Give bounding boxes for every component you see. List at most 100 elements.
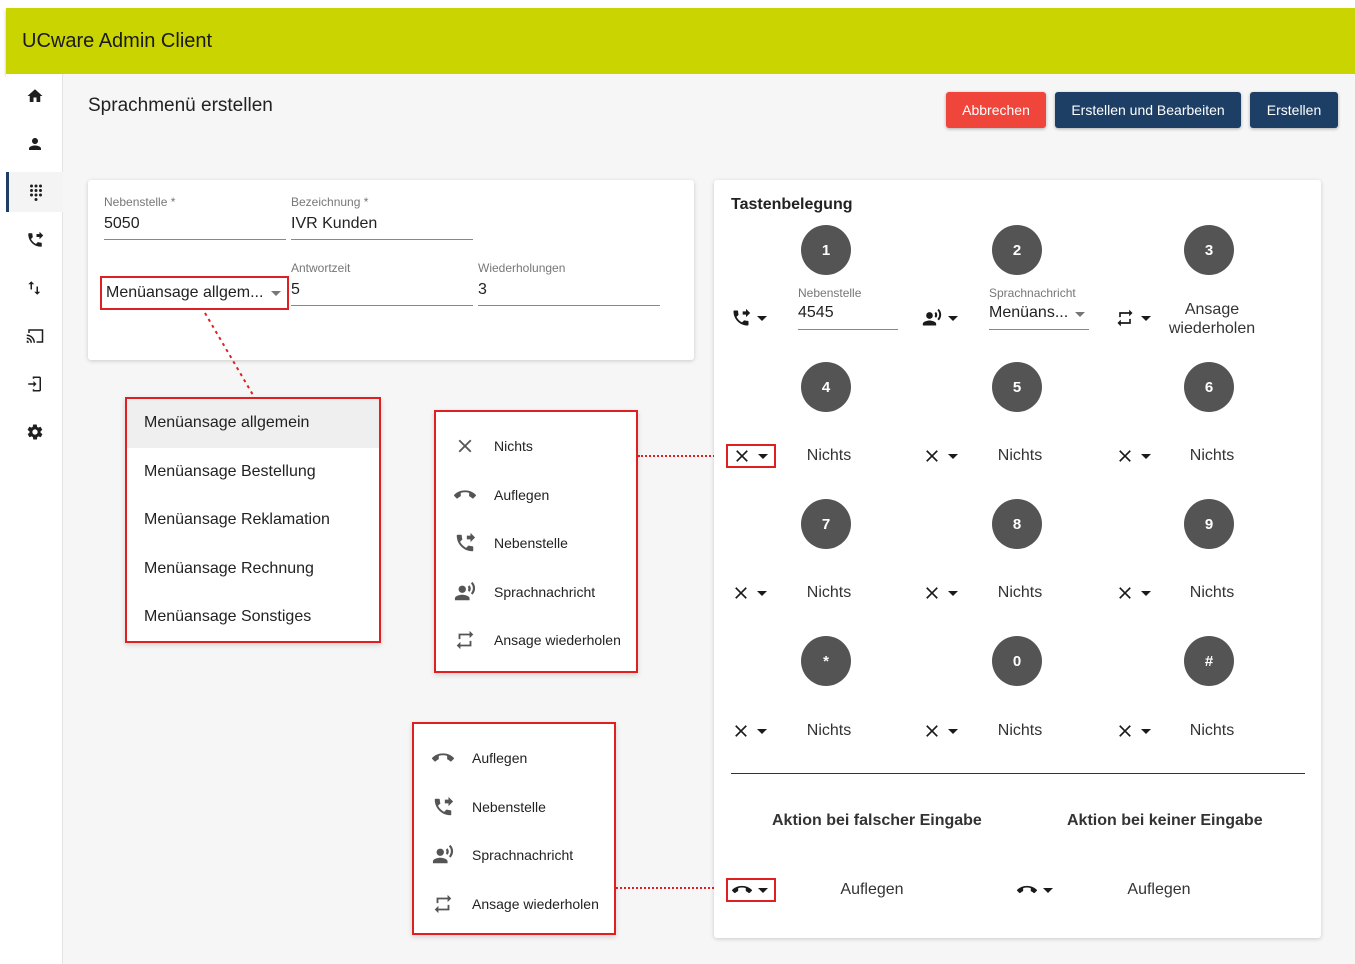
no-input-action-text: Auflegen [1127, 881, 1191, 898]
key-2-action-select[interactable] [922, 306, 972, 330]
field-underline [478, 305, 660, 306]
dialpad-icon [30, 184, 42, 201]
nav-login[interactable] [6, 364, 63, 404]
key-0-action-select[interactable] [922, 719, 972, 743]
menu-option[interactable]: Menüansage allgemein [127, 399, 379, 448]
key-4-action-select[interactable] [726, 444, 776, 468]
no-input-title: Aktion bei keiner Eingabe [1067, 812, 1263, 829]
bezeichnung-field[interactable]: Bezeichnung * IVR Kunden [291, 195, 473, 241]
action-option-label: Nebenstelle [494, 535, 568, 552]
action-option-hangup[interactable]: Auflegen [414, 734, 614, 783]
bezeichnung-value: IVR Kunden [291, 215, 378, 232]
antwortzeit-field[interactable]: Antwortzeit 5 [291, 261, 473, 307]
menu-option[interactable]: Menüansage Sonstiges [127, 593, 379, 642]
caret-down-icon [757, 590, 767, 596]
key-hash-action-text: Nichts [1189, 722, 1235, 739]
key-4: 4 [801, 362, 851, 412]
caret-down-icon [757, 728, 767, 734]
bezeichnung-label: Bezeichnung * [291, 195, 369, 209]
app-title: UCware Admin Client [22, 30, 213, 52]
key-6-action-select[interactable] [1115, 444, 1165, 468]
key-0: 0 [992, 636, 1042, 686]
no-input-action-select[interactable] [1017, 878, 1067, 902]
key-7-action-text: Nichts [806, 584, 852, 601]
top-bar: UCware Admin Client [6, 8, 1355, 74]
home-icon [27, 89, 42, 102]
menu-option[interactable]: Menüansage Reklamation [127, 496, 379, 545]
key-7-action-select[interactable] [731, 581, 781, 605]
close-icon [735, 725, 747, 737]
nebenstelle-value: 5050 [104, 215, 140, 232]
dropdown-arrow-icon [271, 291, 281, 296]
fallback-action-menu: Auflegen Nebenstelle Sprachnachricht Ans… [412, 722, 616, 935]
antwortzeit-label: Antwortzeit [291, 261, 351, 275]
voice-person-icon [454, 581, 476, 600]
key-3-action-select[interactable] [1115, 306, 1165, 330]
menu-option[interactable]: Menüansage Rechnung [127, 545, 379, 594]
action-option-voicemail[interactable]: Sprachnachricht [414, 831, 614, 880]
nebenstelle-field[interactable]: Nebenstelle * 5050 [104, 195, 286, 241]
key-5: 5 [992, 362, 1042, 412]
phone-forward-icon [434, 796, 454, 815]
key-1-extension-field[interactable]: Nebenstelle 4545 [798, 286, 898, 332]
key-star-action-select[interactable] [731, 719, 781, 743]
action-option-repeat[interactable]: Ansage wiederholen [414, 880, 614, 929]
caret-down-icon [948, 453, 958, 459]
key-hash: # [1184, 636, 1234, 686]
action-option-extension[interactable]: Nebenstelle [436, 519, 636, 568]
action-option-extension[interactable]: Nebenstelle [414, 783, 614, 832]
nebenstelle-label: Nebenstelle * [104, 195, 176, 209]
nav-users[interactable] [6, 124, 63, 164]
action-option-nothing[interactable]: Nichts [436, 422, 636, 471]
key-9-action-select[interactable] [1115, 581, 1165, 605]
wrong-input-action-text: Auflegen [840, 881, 904, 898]
key-hash-action-select[interactable] [1115, 719, 1165, 743]
nav-forward[interactable] [6, 220, 63, 260]
close-icon [1119, 725, 1131, 737]
gear-icon [27, 424, 42, 440]
key-9: 9 [1184, 499, 1234, 549]
caret-down-icon [1141, 453, 1151, 459]
key-4-action-text: Nichts [806, 447, 852, 464]
action-option-hangup[interactable]: Auflegen [436, 471, 636, 520]
app-root: UCware Admin Client Sprachmenü erstellen [0, 0, 1355, 964]
caret-down-icon [1141, 590, 1151, 596]
action-option-repeat[interactable]: Ansage wiederholen [436, 616, 636, 665]
key-1-action-select[interactable] [731, 306, 781, 330]
key-action-menu: Nichts Auflegen Nebenstelle Sprachnachri… [434, 410, 638, 673]
nav-ivr[interactable] [6, 172, 63, 212]
key-8-action-select[interactable] [922, 581, 972, 605]
cancel-button[interactable]: Abbrechen [946, 92, 1046, 128]
divider [731, 773, 1305, 774]
nav-settings[interactable] [6, 412, 63, 452]
wiederholungen-field[interactable]: Wiederholungen 3 [478, 261, 660, 307]
create-button[interactable]: Erstellen [1250, 92, 1338, 128]
hang-up-icon [732, 885, 752, 894]
key-6-action-text: Nichts [1189, 447, 1235, 464]
key-5-action-select[interactable] [922, 444, 972, 468]
key-9-action-text: Nichts [1189, 584, 1235, 601]
menuansage-select[interactable]: Menüansage allgem... [100, 276, 289, 310]
caret-down-icon [1043, 887, 1053, 893]
key-1-field-label: Nebenstelle [798, 286, 862, 300]
hang-up-icon [1017, 885, 1037, 894]
voice-person-icon [922, 308, 942, 326]
menuansage-select-value: Menüansage allgem... [106, 284, 264, 301]
menu-option[interactable]: Menüansage Bestellung [127, 448, 379, 497]
callout-connector [638, 455, 726, 457]
create-and-edit-button[interactable]: Erstellen und Bearbeiten [1055, 92, 1241, 128]
login-icon [27, 376, 41, 392]
key-2-voicemail-select[interactable]: Sprachnachricht Menüans... [989, 286, 1089, 332]
nav-home[interactable] [6, 76, 63, 116]
caret-down-icon [757, 315, 767, 321]
nav-transfer[interactable] [6, 268, 63, 308]
action-option-label: Sprachnachricht [494, 583, 596, 600]
nav-cast[interactable] [6, 316, 63, 356]
action-option-voicemail[interactable]: Sprachnachricht [436, 568, 636, 617]
repeat-icon [456, 631, 474, 650]
dropdown-arrow-icon [1075, 312, 1085, 317]
keypad-title: Tastenbelegung [731, 196, 853, 213]
field-underline [989, 329, 1089, 330]
wrong-input-action-select[interactable] [726, 878, 776, 902]
action-option-label: Ansage wiederholen [494, 632, 621, 649]
